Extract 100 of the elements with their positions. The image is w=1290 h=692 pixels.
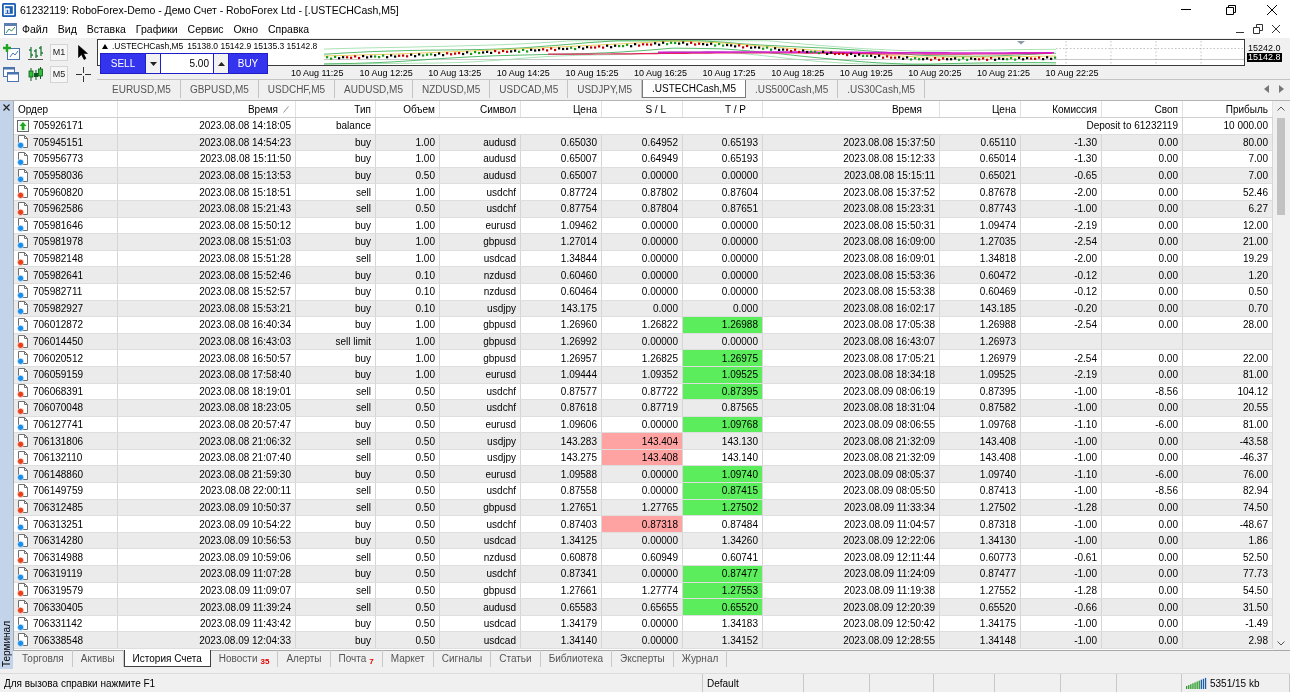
menu-item[interactable]: Справка (263, 22, 315, 35)
menu-item[interactable]: Вставка (81, 22, 131, 35)
column-header[interactable]: S / L (602, 101, 683, 117)
table-cell: 1.00 (376, 217, 440, 234)
table-cell: 2023.08.08 15:37:50 (763, 134, 940, 151)
chart-window-icon[interactable] (4, 22, 17, 35)
close-icon[interactable] (1271, 23, 1281, 34)
table-cell: 0.00 (1102, 582, 1183, 599)
triangle-icon[interactable] (102, 43, 108, 49)
sell-button[interactable]: SELL (101, 54, 145, 73)
column-header[interactable]: T / P (683, 101, 763, 117)
tab[interactable]: Почта 7 (330, 650, 383, 667)
table-cell: 705982711 (33, 286, 83, 298)
table-cell: 0.00 (1102, 350, 1183, 366)
table-cell: -2.54 (1021, 317, 1102, 333)
chart-tab[interactable]: .USTECHCash,M5 (642, 80, 746, 98)
table-cell: 1.00 (376, 250, 440, 267)
crosshair-icon[interactable] (75, 66, 91, 82)
table-cell: 1.00 (376, 317, 440, 333)
tab[interactable]: Маркет (382, 650, 434, 667)
chart-tab[interactable]: USDCHF,M5 (258, 80, 336, 98)
tab[interactable]: Журнал (673, 650, 728, 667)
table-cell: eurusd (440, 466, 521, 483)
column-header[interactable]: Ордер (14, 101, 118, 117)
table-cell: usdchf (440, 383, 521, 400)
table-cell: nzdusd (440, 283, 521, 300)
menu-item[interactable]: Окно (228, 22, 263, 35)
caret-up-icon[interactable] (1276, 106, 1285, 111)
column-header[interactable]: Символ (440, 101, 521, 117)
time-label: 10 Aug 16:25 (633, 67, 689, 78)
chart-tab[interactable]: NZDUSD,M5 (412, 80, 491, 98)
lot-up-button[interactable] (214, 54, 228, 73)
table-cell: 2023.08.09 11:24:09 (763, 566, 940, 582)
cursor-icon[interactable] (78, 44, 88, 60)
column-header[interactable]: Время (763, 101, 940, 117)
tab[interactable]: Эксперты (612, 650, 674, 667)
chart-tab[interactable]: AUDUSD,M5 (335, 80, 413, 98)
tab[interactable]: Алерты (278, 650, 331, 667)
tab[interactable]: История Счета (123, 650, 211, 667)
table-cell: Deposit to 61232119 (376, 118, 1183, 134)
column-header[interactable]: Комиссия (1021, 101, 1102, 117)
chart-tab[interactable]: EURUSD,M5 (103, 80, 181, 98)
table-cell: -6.00 (1102, 466, 1183, 483)
scrollbar-thumb[interactable] (1276, 118, 1285, 215)
column-header[interactable]: Тип (296, 101, 376, 117)
menu-item[interactable]: Графики (130, 22, 183, 35)
timeframe-button[interactable]: M1 (49, 43, 69, 61)
column-header[interactable]: Объем (376, 101, 440, 117)
table-cell: 2023.08.08 16:40:34 (118, 317, 296, 333)
buy-button[interactable]: BUY (229, 54, 267, 73)
caret-down-icon[interactable] (1276, 641, 1285, 646)
menu-item[interactable]: Сервис (182, 22, 229, 35)
table-cell: 2023.08.08 15:11:50 (118, 151, 296, 167)
table-cell: -1.00 (1021, 532, 1102, 549)
close-icon[interactable] (3, 104, 10, 111)
column-header[interactable]: Своп (1102, 101, 1183, 117)
column-header[interactable]: Цена (521, 101, 602, 117)
table-cell: 0.00 (1102, 267, 1183, 283)
tab[interactable]: Сигналы (433, 650, 492, 667)
chart-tab[interactable]: .US500Cash,M5 (745, 80, 839, 98)
chart-tab[interactable]: GBPUSD,M5 (180, 80, 259, 98)
table-cell: 0.00000 (683, 167, 763, 184)
table-cell: buy (296, 516, 376, 532)
caret-right-icon[interactable] (1279, 85, 1284, 93)
column-header[interactable]: Время (118, 101, 296, 117)
table-cell: usdcad (440, 632, 521, 648)
table-cell: 0.65007 (521, 167, 602, 184)
table-cell: 2023.08.08 15:21:43 (118, 200, 296, 217)
tab[interactable]: Статьи (491, 650, 541, 667)
column-header[interactable]: Цена (940, 101, 1021, 117)
lot-field[interactable]: 5.00 (161, 54, 213, 73)
chart-tab[interactable]: USDCAD,M5 (490, 80, 569, 98)
table-cell: 2023.08.08 14:54:23 (118, 134, 296, 151)
lot-down-button[interactable] (146, 54, 160, 73)
tab[interactable]: Библиотека (540, 650, 613, 667)
caret-left-icon[interactable] (1264, 85, 1269, 93)
tab[interactable]: Торговля (14, 650, 73, 667)
restore-icon[interactable] (1253, 23, 1263, 34)
bar-chart-icon[interactable] (27, 44, 43, 60)
table-cell: sell (296, 383, 376, 400)
chart-tab[interactable]: .US30Cash,M5 (838, 80, 926, 98)
table-cell: 2023.08.09 12:28:55 (763, 632, 940, 648)
table-cell: 143.408 (940, 449, 1021, 466)
table-cell: buy (296, 267, 376, 283)
table-cell: -0.65 (1021, 167, 1102, 184)
tab[interactable]: Новости 35 (210, 650, 279, 667)
menu-item[interactable]: Вид (52, 22, 82, 35)
table-cell: sell limit (296, 333, 376, 350)
table-cell: 1.09462 (521, 217, 602, 234)
time-label: 10 Aug 14:25 (496, 67, 551, 78)
table-cell: 1.09444 (521, 366, 602, 383)
table-cell: eurusd (440, 366, 521, 383)
menu-item[interactable]: Файл (17, 22, 53, 35)
table-cell: 1.34152 (683, 632, 763, 648)
table-cell: 0.50 (376, 466, 440, 483)
plus-window-icon[interactable] (2, 44, 20, 60)
candlestick-icon[interactable] (27, 66, 43, 82)
tab[interactable]: Активы (72, 650, 124, 667)
timeframe-button[interactable]: M5 (49, 65, 69, 83)
windows-icon[interactable] (3, 66, 19, 82)
